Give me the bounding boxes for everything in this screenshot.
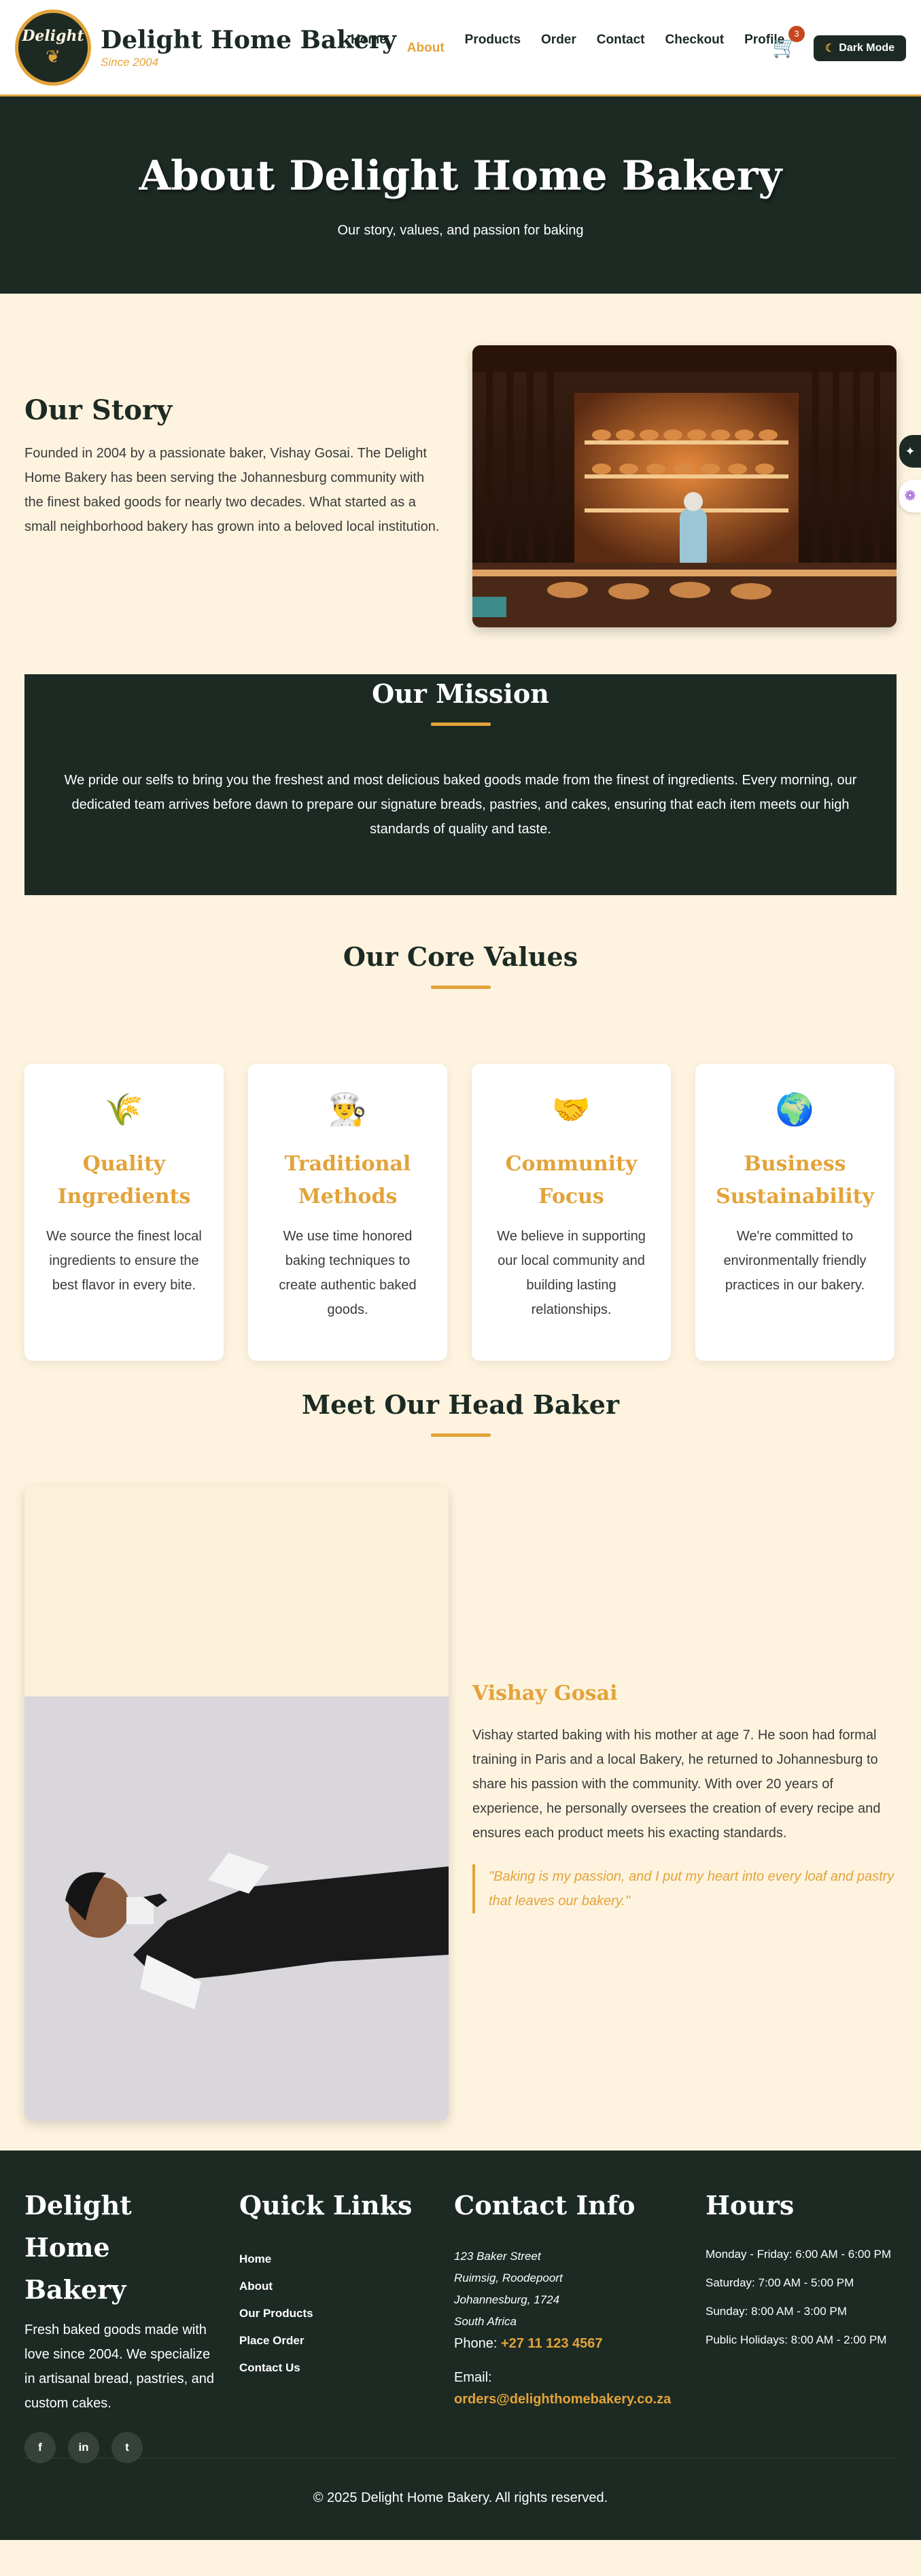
phone-label: Phone: [454, 2336, 501, 2351]
value-card-title: Quality Ingredients [57, 1152, 191, 1208]
our-story-section: Our Story Founded in 2004 by a passionat… [0, 294, 921, 674]
nav-home[interactable]: Home [351, 33, 387, 56]
linkedin-icon[interactable]: in [68, 2432, 99, 2463]
footer-about: Delight Home Bakery Fresh baked goods ma… [24, 2185, 215, 2463]
footer-brand-title: Delight Home Bakery [24, 2190, 132, 2305]
footer-link-home[interactable]: Home [239, 2246, 430, 2273]
moon-icon: ☾ [824, 43, 835, 54]
quick-links-title: Quick Links [239, 2190, 413, 2221]
globe-icon: 🌍 [775, 1092, 815, 1127]
address-line: Ruimsig, Roodepoort [454, 2272, 563, 2284]
logo-text: Delight [22, 27, 84, 45]
story-paragraph: Founded in 2004 by a passionate baker, V… [24, 446, 440, 534]
baker-section-title: Meet Our Head Baker [302, 1389, 619, 1420]
footer-link-contact[interactable]: Contact Us [239, 2354, 430, 2382]
bakery-logo[interactable]: Delight ❦ [15, 9, 91, 86]
contact-title: Contact Info [454, 2190, 636, 2221]
value-card: 🤝 Community Focus We believe in supporti… [472, 1064, 671, 1361]
value-card-text: We're committed to environmentally frien… [723, 1229, 867, 1293]
copyright-text: © 2025 Delight Home Bakery. All rights r… [313, 2490, 608, 2505]
hours-item: Monday - Friday: 6:00 AM - 6:00 PM [706, 2248, 892, 2261]
story-title: Our Story [24, 394, 173, 426]
hours-title: Hours [706, 2190, 795, 2221]
nav-order[interactable]: Order [541, 33, 576, 56]
baker-info-block: Vishay Gosai Vishay started baking with … [472, 1682, 897, 1913]
title-underline [430, 986, 491, 989]
extension-side-tab[interactable]: ❁ [899, 480, 921, 512]
hours-item: Saturday: 7:00 AM - 5:00 PM [706, 2276, 854, 2289]
site-header: Delight ❦ Delight Home Bakery Since 2004… [0, 0, 921, 97]
social-links: f in t [24, 2432, 215, 2463]
address-block: 123 Baker Street Ruimsig, Roodepoort Joh… [454, 2246, 685, 2333]
baker-bio: Vishay started baking with his mother at… [472, 1728, 881, 1841]
head-baker-photo [24, 1486, 449, 2121]
value-card: 🌾 Quality Ingredients We source the fine… [24, 1064, 224, 1361]
brand-since: Since 2004 [101, 55, 159, 69]
baker-icon: 👨‍🍳 [328, 1092, 368, 1127]
value-card-title: Business Sustainability [716, 1152, 874, 1208]
value-card-title: Traditional Methods [284, 1152, 411, 1208]
address-line: Johannesburg, 1724 [454, 2293, 560, 2306]
value-card-title: Community Focus [505, 1152, 638, 1208]
sparkle-icon: ✦ [905, 445, 916, 458]
hours-list: Monday - Friday: 6:00 AM - 6:00 PM Satur… [706, 2244, 897, 2350]
mission-title: Our Mission [372, 678, 549, 709]
facebook-icon[interactable]: f [24, 2432, 56, 2463]
wheat-icon: 🌾 [104, 1092, 144, 1127]
assistant-side-tab[interactable]: ✦ [899, 435, 921, 468]
nav-contact[interactable]: Contact [597, 33, 645, 56]
nav-products[interactable]: Products [465, 33, 521, 56]
email-line: orders@delighthomebakery.co.za [454, 2388, 685, 2410]
phone-line: Phone: +27 11 123 4567 [454, 2333, 685, 2354]
core-values-section: Our Core Values 🌾 Quality Ingredients We… [0, 941, 921, 1361]
quick-links-list: Home About Our Products Place Order Cont… [239, 2246, 430, 2382]
nav-about[interactable]: About [407, 41, 445, 56]
value-card-text: We believe in supporting our local commu… [497, 1229, 646, 1317]
cart-count-badge: 3 [788, 26, 805, 42]
address-line: 123 Baker Street [454, 2250, 541, 2263]
footer-link-products[interactable]: Our Products [239, 2300, 430, 2327]
handshake-icon: 🤝 [551, 1092, 591, 1127]
baker-name: Vishay Gosai [472, 1682, 618, 1705]
values-title: Our Core Values [343, 941, 578, 972]
page-title: About Delight Home Bakery [139, 152, 782, 200]
email-label: Email: [454, 2370, 492, 2385]
whisk-icon: ❦ [46, 46, 60, 67]
dark-mode-toggle[interactable]: ☾ Dark Mode [814, 35, 906, 61]
footer-quick-links: Quick Links Home About Our Products Plac… [239, 2185, 430, 2382]
hero-banner: About Delight Home Bakery Our story, val… [0, 97, 921, 294]
dark-mode-label: Dark Mode [839, 42, 895, 54]
footer-link-order[interactable]: Place Order [239, 2327, 430, 2354]
bakery-interior-image [472, 345, 897, 627]
story-text-block: Our Story Founded in 2004 by a passionat… [24, 394, 446, 539]
extension-icon: ❁ [904, 489, 916, 504]
values-card-list: 🌾 Quality Ingredients We source the fine… [24, 1064, 897, 1361]
mission-paragraph: We pride our selfs to bring you the fres… [64, 773, 857, 837]
title-underline [430, 723, 491, 726]
baker-quote: "Baking is my passion, and I put my hear… [472, 1864, 897, 1913]
hours-item: Public Holidays: 8:00 AM - 2:00 PM [706, 2333, 887, 2346]
value-card-text: We use time honored baking techniques to… [279, 1229, 417, 1317]
page-subtitle: Our story, values, and passion for bakin… [337, 222, 584, 238]
hours-item: Sunday: 8:00 AM - 3:00 PM [706, 2305, 847, 2318]
footer-about-text: Fresh baked goods made with love since 2… [24, 2322, 215, 2411]
nav-checkout[interactable]: Checkout [665, 33, 725, 56]
footer-link-about[interactable]: About [239, 2273, 430, 2300]
site-footer: Delight Home Bakery Fresh baked goods ma… [0, 2151, 921, 2540]
twitter-icon[interactable]: t [111, 2432, 143, 2463]
mission-section: Our Mission We pride our selfs to bring … [24, 674, 897, 895]
baker-section-header: Meet Our Head Baker [0, 1389, 921, 1437]
value-card: 👨‍🍳 Traditional Methods We use time hono… [248, 1064, 447, 1361]
cart-button[interactable]: 🛒 3 [772, 26, 805, 59]
main-nav: Home About Products Order Contact Checko… [351, 33, 805, 56]
address-line: South Africa [454, 2315, 517, 2328]
value-card: 🌍 Business Sustainability We're committe… [695, 1064, 894, 1361]
email-link[interactable]: orders@delighthomebakery.co.za [454, 2392, 671, 2407]
footer-contact: Contact Info 123 Baker Street Ruimsig, R… [454, 2185, 685, 2410]
phone-link[interactable]: +27 11 123 4567 [501, 2336, 603, 2351]
footer-hours: Hours Monday - Friday: 6:00 AM - 6:00 PM… [706, 2185, 897, 2359]
head-baker-section: Vishay Gosai Vishay started baking with … [0, 1437, 921, 2151]
value-card-text: We source the finest local ingredients t… [46, 1229, 202, 1293]
